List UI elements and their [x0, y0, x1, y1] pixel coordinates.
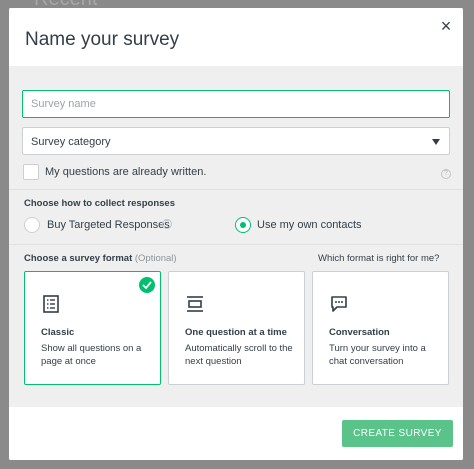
survey-category-select[interactable]: Survey category: [22, 127, 450, 155]
close-button[interactable]: ×: [436, 16, 456, 36]
format-card-classic[interactable]: Classic Show all questions on a page at …: [24, 271, 161, 385]
card-title: Conversation: [329, 327, 390, 338]
modal-title: Name your survey: [25, 29, 180, 50]
modal-footer: CREATE SURVEY: [9, 407, 463, 460]
card-description: Automatically scroll to the next questio…: [185, 343, 293, 367]
divider: [9, 189, 463, 190]
card-description: Show all questions on a page at once: [41, 343, 142, 367]
optional-tag: (Optional): [134, 253, 177, 264]
survey-category-value: Survey category: [31, 136, 111, 148]
card-title: One question at a time: [185, 327, 287, 338]
card-description: Turn your survey into a chat conversatio…: [329, 343, 426, 367]
survey-format-heading-text: Choose a survey format: [24, 253, 133, 264]
create-survey-modal: Name your survey × Survey category My qu…: [9, 8, 463, 460]
format-card-conversation[interactable]: Conversation Turn your survey into a cha…: [312, 271, 449, 385]
single-question-icon: [187, 296, 203, 312]
collect-responses-heading: Choose how to collect responses: [24, 198, 175, 209]
divider: [9, 244, 463, 245]
format-card-one-question[interactable]: One question at a time Automatically scr…: [168, 271, 305, 385]
modal-header: Name your survey ×: [9, 8, 463, 66]
survey-format-heading: Choose a survey format (Optional): [24, 253, 177, 264]
use-own-contacts-label: Use my own contacts: [257, 219, 362, 231]
selected-check-icon: [139, 277, 155, 293]
use-own-contacts-radio[interactable]: [235, 217, 251, 233]
which-format-link[interactable]: Which format is right for me?: [318, 253, 439, 264]
help-icon[interactable]: ?: [441, 169, 451, 179]
questions-written-checkbox[interactable]: [23, 164, 39, 180]
modal-body: Survey category My questions are already…: [9, 66, 463, 407]
buy-targeted-responses-label: Buy Targeted Responses: [47, 219, 170, 231]
questions-written-label: My questions are already written.: [45, 166, 207, 178]
chat-bubble-icon: [331, 296, 347, 312]
buy-targeted-responses-radio[interactable]: [24, 217, 40, 233]
caret-down-icon: [432, 139, 440, 145]
list-icon: [43, 295, 59, 313]
help-icon[interactable]: ?: [162, 219, 172, 229]
card-title: Classic: [41, 327, 75, 338]
create-survey-button[interactable]: CREATE SURVEY: [342, 420, 453, 447]
survey-name-input[interactable]: [22, 90, 450, 118]
